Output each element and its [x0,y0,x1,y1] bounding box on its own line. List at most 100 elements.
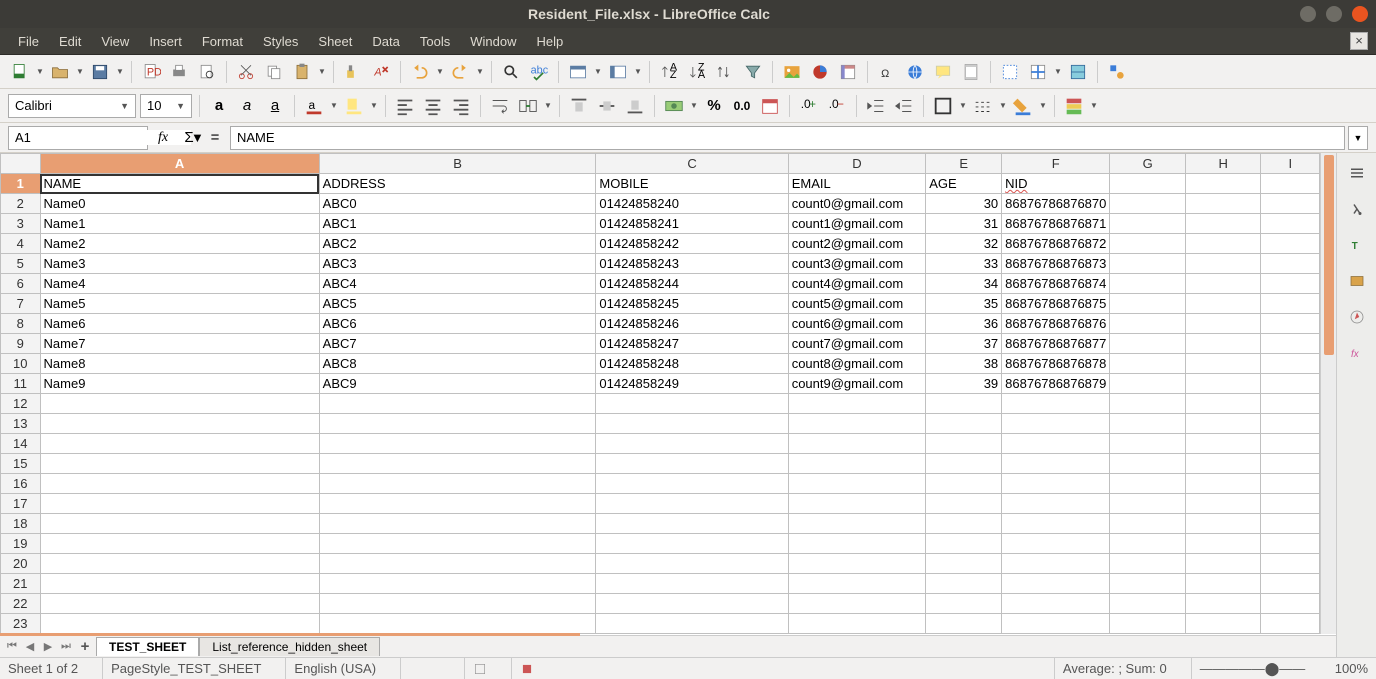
clone-formatting-button[interactable] [341,60,365,84]
cell-A2[interactable]: Name0 [40,194,319,214]
cell-E21[interactable] [926,574,1002,594]
row-header-5[interactable]: 5 [1,254,41,274]
cell-A23[interactable] [40,614,319,634]
cell-F7[interactable]: 86876786876875 [1002,294,1110,314]
cell-I9[interactable] [1261,334,1320,354]
align-top-button[interactable] [567,94,591,118]
cell-C15[interactable] [596,454,788,474]
borders-dropdown[interactable]: ▼ [959,101,967,110]
formula-input[interactable] [237,130,1338,145]
cell-C18[interactable] [596,514,788,534]
cell-D20[interactable] [788,554,926,574]
row-header-10[interactable]: 10 [1,354,41,374]
formula-input-box[interactable] [230,126,1345,150]
cell-E19[interactable] [926,534,1002,554]
column-header-G[interactable]: G [1110,154,1186,174]
menu-sheet[interactable]: Sheet [308,30,362,53]
cell-G21[interactable] [1110,574,1186,594]
cell-I12[interactable] [1261,394,1320,414]
row-header-20[interactable]: 20 [1,554,41,574]
cell-E15[interactable] [926,454,1002,474]
cell-E7[interactable]: 35 [926,294,1002,314]
cell-F17[interactable] [1002,494,1110,514]
cell-G10[interactable] [1110,354,1186,374]
cell-I16[interactable] [1261,474,1320,494]
cell-D11[interactable]: count9@gmail.com [788,374,926,394]
print-button[interactable] [167,60,191,84]
row-header-9[interactable]: 9 [1,334,41,354]
freeze-dropdown[interactable]: ▼ [1054,67,1062,76]
menu-styles[interactable]: Styles [253,30,308,53]
bg-color-dropdown[interactable]: ▼ [1039,101,1047,110]
cell-E17[interactable] [926,494,1002,514]
sheet-tab-List_reference_hidden_sheet[interactable]: List_reference_hidden_sheet [199,637,380,656]
cell-C10[interactable]: 01424858248 [596,354,788,374]
window-close-button[interactable] [1352,6,1368,22]
cell-I7[interactable] [1261,294,1320,314]
cell-A6[interactable]: Name4 [40,274,319,294]
row-header-22[interactable]: 22 [1,594,41,614]
cell-D2[interactable]: count0@gmail.com [788,194,926,214]
cell-D18[interactable] [788,514,926,534]
cell-D13[interactable] [788,414,926,434]
cell-I1[interactable] [1261,174,1320,194]
cell-D4[interactable]: count2@gmail.com [788,234,926,254]
sheet-tab-TEST_SHEET[interactable]: TEST_SHEET [96,637,199,656]
tab-nav-next[interactable]: ▶ [40,639,56,655]
column-header-H[interactable]: H [1185,154,1260,174]
row-header-23[interactable]: 23 [1,614,41,634]
cell-A3[interactable]: Name1 [40,214,319,234]
cell-E8[interactable]: 36 [926,314,1002,334]
cell-B12[interactable] [319,394,596,414]
cell-F1[interactable]: NID [1002,174,1110,194]
cell-G22[interactable] [1110,594,1186,614]
align-bottom-button[interactable] [623,94,647,118]
row-dropdown[interactable]: ▼ [594,67,602,76]
cell-D9[interactable]: count7@gmail.com [788,334,926,354]
find-replace-button[interactable] [499,60,523,84]
cell-G2[interactable] [1110,194,1186,214]
cell-B3[interactable]: ABC1 [319,214,596,234]
cell-H10[interactable] [1185,354,1260,374]
cell-C20[interactable] [596,554,788,574]
menu-format[interactable]: Format [192,30,253,53]
cell-C2[interactable]: 01424858240 [596,194,788,214]
cell-C23[interactable] [596,614,788,634]
cell-I15[interactable] [1261,454,1320,474]
cell-B17[interactable] [319,494,596,514]
currency-button[interactable] [662,94,686,118]
cell-A10[interactable]: Name8 [40,354,319,374]
cell-E3[interactable]: 31 [926,214,1002,234]
cell-A16[interactable] [40,474,319,494]
cell-C6[interactable]: 01424858244 [596,274,788,294]
cell-G12[interactable] [1110,394,1186,414]
cell-D6[interactable]: count4@gmail.com [788,274,926,294]
formula-equals-button[interactable]: = [204,127,226,149]
row-header-19[interactable]: 19 [1,534,41,554]
insert-image-button[interactable] [780,60,804,84]
column-header-C[interactable]: C [596,154,788,174]
bg-color-button[interactable] [1011,94,1035,118]
comment-button[interactable] [931,60,955,84]
cell-D8[interactable]: count6@gmail.com [788,314,926,334]
border-style-button[interactable] [971,94,995,118]
column-dropdown[interactable]: ▼ [634,67,642,76]
cell-C8[interactable]: 01424858246 [596,314,788,334]
save-button[interactable] [88,60,112,84]
cell-B11[interactable]: ABC9 [319,374,596,394]
row-header-2[interactable]: 2 [1,194,41,214]
italic-button[interactable]: a [235,94,259,118]
row-header-16[interactable]: 16 [1,474,41,494]
show-draw-functions-button[interactable] [1105,60,1129,84]
status-zoom-value[interactable]: 100% [1335,661,1368,676]
cell-F9[interactable]: 86876786876877 [1002,334,1110,354]
cell-A4[interactable]: Name2 [40,234,319,254]
cell-I20[interactable] [1261,554,1320,574]
tab-nav-first[interactable]: ⏮ [4,639,20,655]
add-sheet-button[interactable]: + [76,639,94,655]
copy-button[interactable] [262,60,286,84]
cell-B21[interactable] [319,574,596,594]
row-header-12[interactable]: 12 [1,394,41,414]
cell-A14[interactable] [40,434,319,454]
cell-B2[interactable]: ABC0 [319,194,596,214]
